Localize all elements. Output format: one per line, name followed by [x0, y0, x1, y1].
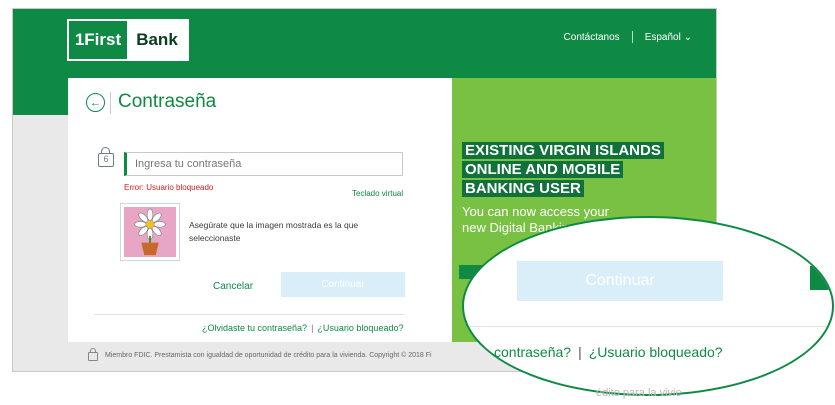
virtual-keyboard-link[interactable]: Teclado virtual: [352, 189, 403, 198]
cancel-button[interactable]: Cancelar: [213, 281, 253, 292]
logo-right: Bank: [127, 21, 187, 59]
flower-pot-icon: [134, 208, 166, 256]
promo-headline-line-1: EXISTING VIRGIN ISLANDS: [462, 142, 664, 159]
promo-headline-line-2: ONLINE AND MOBILE: [462, 161, 624, 178]
link-separator: |: [311, 323, 314, 333]
firstbank-logo[interactable]: 1First Bank: [67, 19, 189, 61]
logo-left: 1First: [69, 21, 127, 59]
security-image-message: Asegúrate que la imagen mostrada es la q…: [189, 220, 359, 243]
zoom-divider: [464, 326, 832, 327]
language-label: Español: [644, 31, 681, 43]
language-select[interactable]: Español ⌄: [645, 32, 692, 43]
login-card: ← Contraseña 6 Error: Usuario bloqueado …: [68, 78, 452, 342]
title-separator: [110, 92, 111, 114]
nav-separator: [631, 31, 633, 43]
promo-headline: EXISTING VIRGIN ISLANDS ONLINE AND MOBIL…: [462, 141, 664, 198]
zoom-forgot-password-link[interactable]: contraseña?: [494, 344, 571, 360]
lock-icon: 6: [98, 147, 114, 167]
zoom-help-links: contraseña? | ¿Usuario bloqueado?: [494, 344, 723, 360]
zoom-green-edge: [810, 266, 832, 290]
zoom-bleed-text: édito para la vivie: [596, 387, 682, 399]
zoom-blocked-user-link[interactable]: ¿Usuario bloqueado?: [589, 344, 723, 360]
promo-subtext-line-1: You can now access your: [462, 204, 609, 219]
continue-button[interactable]: Continuar: [281, 272, 405, 297]
flower-pot-image: [124, 207, 176, 257]
error-message: Error: Usuario bloqueado: [124, 183, 214, 192]
security-image: [120, 203, 180, 261]
back-arrow-icon[interactable]: ←: [86, 93, 105, 112]
chevron-down-icon: ⌄: [683, 31, 692, 43]
page-title: Contraseña: [118, 91, 217, 112]
forgot-password-link[interactable]: ¿Olvidaste tu contraseña?: [202, 323, 307, 333]
blocked-user-link[interactable]: ¿Usuario bloqueado?: [317, 323, 403, 333]
footer-lock-icon: [88, 348, 98, 361]
zoom-link-separator: |: [578, 344, 582, 360]
zoom-magnifier: Continuar contraseña? | ¿Usuario bloqueado…: [462, 216, 834, 396]
header-nav: Contáctanos Español ⌄: [564, 31, 692, 43]
password-input[interactable]: [124, 152, 403, 176]
footer-disclaimer: Miembro FDIC. Prestamista con igualdad d…: [105, 352, 432, 359]
help-links: ¿Olvidaste tu contraseña? | ¿Usuario bloqu…: [202, 323, 403, 333]
promo-headline-line-3: BANKING USER: [462, 180, 584, 197]
card-divider: [94, 314, 404, 315]
zoom-continue-button[interactable]: Continuar: [517, 261, 723, 301]
contact-link[interactable]: Contáctanos: [564, 32, 620, 43]
